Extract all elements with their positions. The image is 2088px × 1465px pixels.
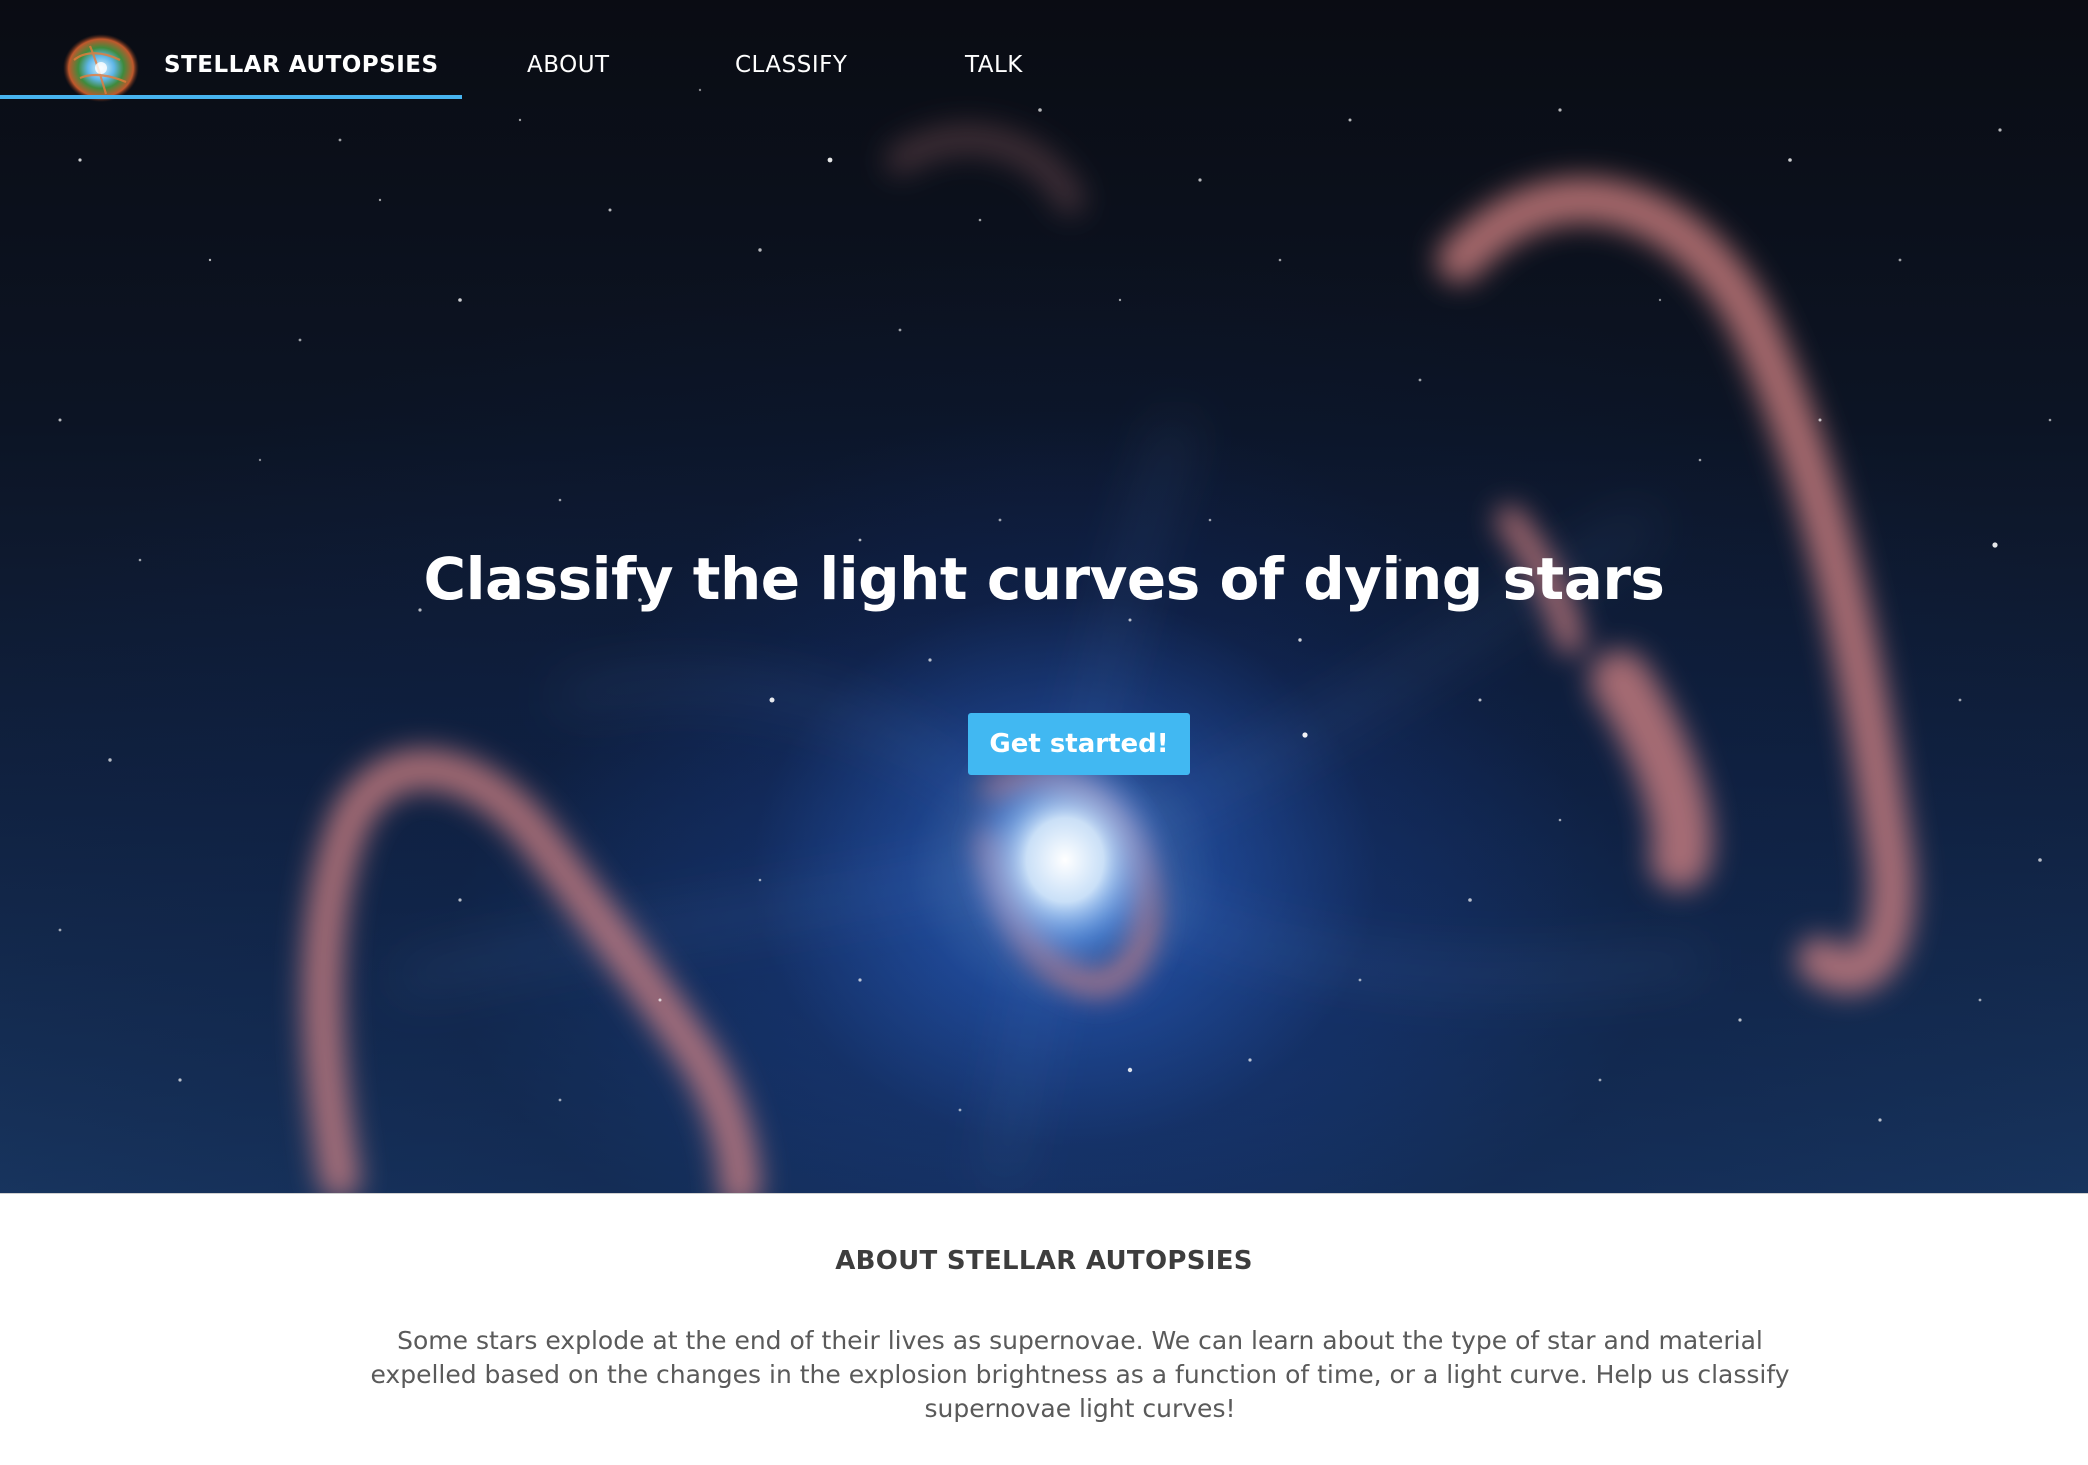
about-title: ABOUT STELLAR AUTOPSIES (835, 1246, 1253, 1276)
supernova-core (955, 740, 1175, 980)
nav-link-about[interactable]: ABOUT (527, 52, 610, 78)
hero-section: STELLAR AUTOPSIES ABOUT CLASSIFY TALK Cl… (0, 0, 2088, 1193)
about-section: ABOUT STELLAR AUTOPSIES Some stars explo… (0, 1193, 2088, 1465)
brand-name: STELLAR AUTOPSIES (164, 52, 439, 78)
brand-home-link[interactable]: STELLAR AUTOPSIES (0, 0, 462, 102)
hero-headline: Classify the light curves of dying stars (423, 545, 1665, 613)
nav-link-classify[interactable]: CLASSIFY (735, 52, 847, 78)
get-started-button[interactable]: Get started! (968, 713, 1190, 775)
top-navbar: STELLAR AUTOPSIES ABOUT CLASSIFY TALK (0, 0, 2088, 102)
about-description: Some stars explode at the end of their l… (370, 1326, 1790, 1423)
crab-nebula-logo-icon (63, 34, 139, 102)
active-nav-underline (0, 95, 462, 99)
nav-link-talk[interactable]: TALK (965, 52, 1023, 78)
